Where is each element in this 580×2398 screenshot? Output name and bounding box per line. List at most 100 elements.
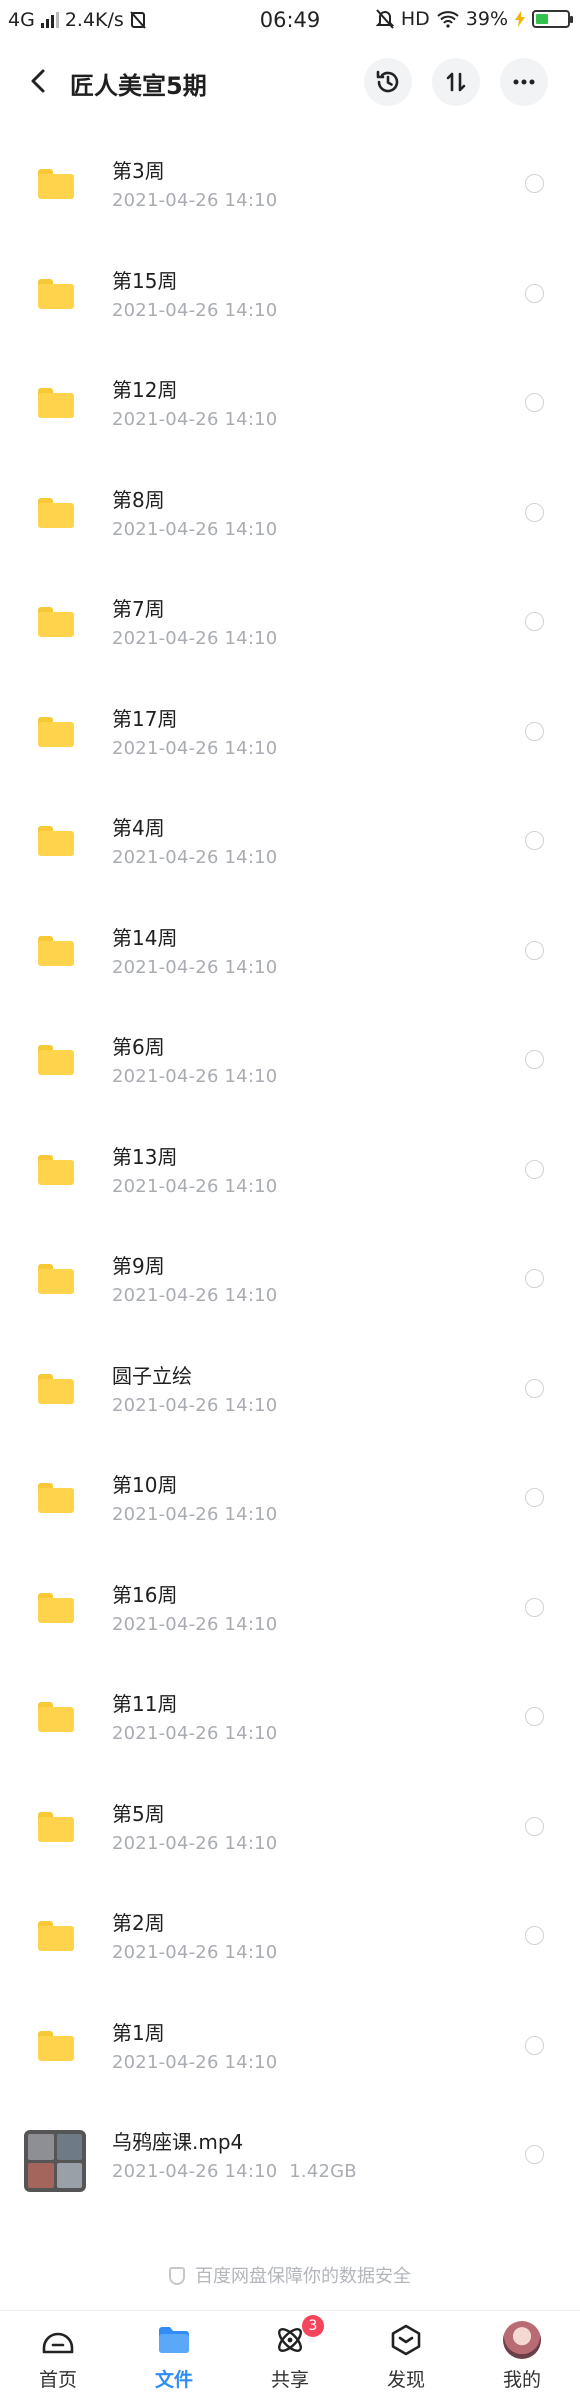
folder-icon xyxy=(38,1592,74,1623)
list-item-video[interactable]: 乌鸦座课.mp4 2021-04-26 14:10 1.42GB xyxy=(0,2101,580,2211)
folder-icon xyxy=(38,1154,74,1185)
tab-share[interactable]: 3 共享 xyxy=(232,2311,348,2398)
sort-icon xyxy=(446,72,466,92)
list-item[interactable]: 第1周 2021-04-26 14:10 xyxy=(0,1992,580,2102)
list-item[interactable]: 第5周 2021-04-26 14:10 xyxy=(0,1773,580,1883)
list-item[interactable]: 第12周 2021-04-26 14:10 xyxy=(0,349,580,459)
select-checkbox[interactable] xyxy=(525,831,544,850)
sort-button[interactable] xyxy=(432,58,480,106)
battery-percent: 39% xyxy=(465,8,508,30)
folder-icon xyxy=(38,388,74,418)
tab-me[interactable]: 我的 xyxy=(464,2311,580,2398)
file-date: 2021-04-26 14:10 xyxy=(112,299,278,321)
list-item[interactable]: 第7周 2021-04-26 14:10 xyxy=(0,568,580,678)
shield-icon xyxy=(169,2267,185,2285)
folder-icon xyxy=(38,1373,74,1404)
select-checkbox[interactable] xyxy=(525,1269,544,1288)
folder-icon xyxy=(38,2030,74,2061)
battery-icon xyxy=(532,10,573,28)
file-date: 2021-04-26 14:10 xyxy=(112,2051,278,2073)
file-name: 圆子立绘 xyxy=(112,1363,192,1388)
list-item[interactable]: 第16周 2021-04-26 14:10 xyxy=(0,1554,580,1664)
list-item[interactable]: 第10周 2021-04-26 14:10 xyxy=(0,1444,580,1554)
select-checkbox[interactable] xyxy=(525,612,544,631)
select-checkbox[interactable] xyxy=(525,1488,544,1507)
header: 匠人美宣5期 xyxy=(0,44,580,120)
list-item[interactable]: 第8周 2021-04-26 14:10 xyxy=(0,459,580,569)
select-checkbox[interactable] xyxy=(525,283,544,303)
select-checkbox[interactable] xyxy=(525,1597,544,1617)
list-item[interactable]: 第15周 2021-04-26 14:10 xyxy=(0,240,580,350)
file-date: 2021-04-26 14:10 xyxy=(112,1504,278,1525)
select-checkbox[interactable] xyxy=(525,1050,544,1069)
charging-icon xyxy=(515,11,525,27)
select-checkbox[interactable] xyxy=(525,502,544,522)
file-date: 2021-04-26 14:10 xyxy=(112,1723,278,1744)
file-date: 2021-04-26 14:10 xyxy=(112,628,278,649)
file-name: 乌鸦座课.mp4 xyxy=(112,2130,244,2154)
file-name: 第1周 xyxy=(112,2020,165,2045)
folder-icon xyxy=(38,1045,74,1075)
file-meta: 2021-04-26 14:10 1.42GB xyxy=(112,2161,357,2182)
security-note: 百度网盘保障你的数据安全 xyxy=(0,2262,580,2288)
file-name: 第7周 xyxy=(112,597,165,621)
list-item[interactable]: 圆子立绘 2021-04-26 14:10 xyxy=(0,1335,580,1445)
chevron-left-icon[interactable] xyxy=(22,64,56,98)
list-item[interactable]: 第3周 2021-04-26 14:10 xyxy=(0,130,580,240)
tab-discover[interactable]: 发现 xyxy=(348,2311,464,2398)
tab-files[interactable]: 文件 xyxy=(116,2311,232,2398)
more-icon xyxy=(513,79,535,85)
file-date: 2021-04-26 14:10 xyxy=(112,2161,278,2182)
file-date: 2021-04-26 14:10 xyxy=(112,1942,278,1963)
select-checkbox[interactable] xyxy=(525,1816,544,1836)
file-date: 2021-04-26 14:10 xyxy=(112,737,278,759)
tab-label: 首页 xyxy=(38,2369,77,2391)
history-icon xyxy=(376,70,399,93)
list-item[interactable]: 第2周 2021-04-26 14:10 xyxy=(0,1882,580,1992)
file-name: 第10周 xyxy=(112,1473,178,1497)
file-date: 2021-04-26 14:10 xyxy=(112,1175,278,1197)
select-checkbox[interactable] xyxy=(525,2035,544,2055)
more-button[interactable] xyxy=(500,58,548,106)
folder-icon xyxy=(38,935,74,966)
select-checkbox[interactable] xyxy=(525,1159,544,1179)
select-checkbox[interactable] xyxy=(525,174,544,193)
history-button[interactable] xyxy=(364,58,412,106)
status-right: HD 39% xyxy=(375,8,573,30)
select-checkbox[interactable] xyxy=(525,1707,544,1726)
video-thumbnail xyxy=(24,2130,86,2192)
list-item[interactable]: 第6周 2021-04-26 14:10 xyxy=(0,1006,580,1116)
folder-icon xyxy=(38,1921,74,1951)
list-item[interactable]: 第4周 2021-04-26 14:10 xyxy=(0,787,580,897)
select-checkbox[interactable] xyxy=(525,721,544,741)
folder-icon xyxy=(38,1702,74,1732)
list-item[interactable]: 第9周 2021-04-26 14:10 xyxy=(0,1225,580,1335)
file-name: 第16周 xyxy=(112,1582,178,1607)
folder-icon xyxy=(38,278,74,309)
select-checkbox[interactable] xyxy=(525,1378,544,1398)
file-name: 第15周 xyxy=(112,268,178,293)
folder-icon xyxy=(38,169,74,199)
select-checkbox[interactable] xyxy=(525,1926,544,1945)
file-date: 2021-04-26 14:10 xyxy=(112,1066,278,1087)
select-checkbox[interactable] xyxy=(525,940,544,960)
tab-label: 共享 xyxy=(270,2369,309,2391)
file-date: 2021-04-26 14:10 xyxy=(112,956,278,978)
folder-icon xyxy=(38,1811,74,1842)
file-date: 2021-04-26 14:10 xyxy=(112,1832,278,1854)
security-note-text: 百度网盘保障你的数据安全 xyxy=(195,2266,411,2287)
select-checkbox[interactable] xyxy=(525,393,544,412)
folder-icon xyxy=(38,1483,74,1513)
list-item[interactable]: 第14周 2021-04-26 14:10 xyxy=(0,897,580,1007)
file-date: 2021-04-26 14:10 xyxy=(112,1613,278,1635)
folder-icon xyxy=(38,607,74,637)
file-name: 第8周 xyxy=(112,487,165,512)
list-item[interactable]: 第11周 2021-04-26 14:10 xyxy=(0,1663,580,1773)
list-item[interactable]: 第13周 2021-04-26 14:10 xyxy=(0,1116,580,1226)
mute-bell-icon xyxy=(375,9,394,29)
file-date: 2021-04-26 14:10 xyxy=(112,190,278,211)
file-list: 第3周 2021-04-26 14:10 第15周 2021-04-26 14:… xyxy=(0,130,580,2211)
tab-home[interactable]: 首页 xyxy=(0,2311,116,2398)
list-item[interactable]: 第17周 2021-04-26 14:10 xyxy=(0,678,580,788)
select-checkbox[interactable] xyxy=(525,2145,544,2164)
